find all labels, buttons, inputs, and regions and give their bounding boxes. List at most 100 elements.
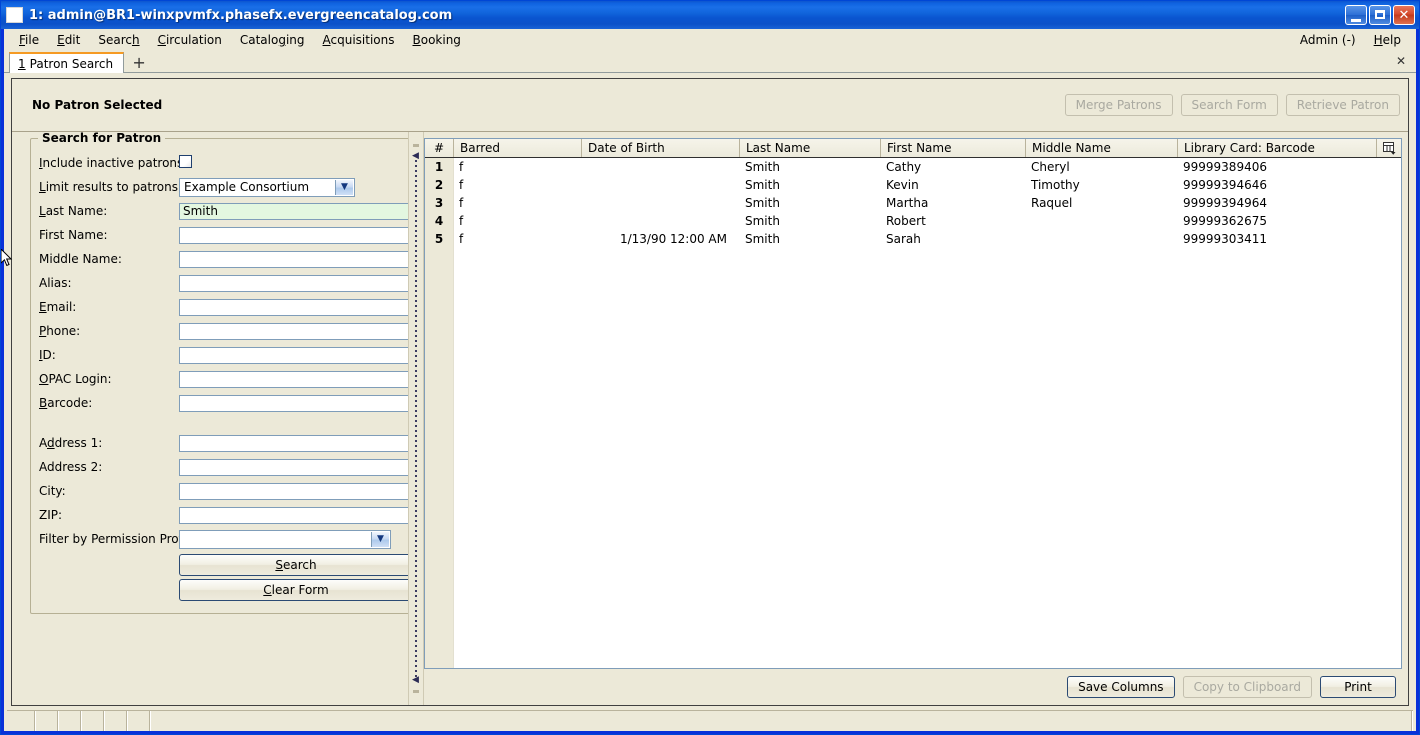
table-row[interactable]: 2 f Smith Kevin Timothy 99999394646 [425, 176, 1401, 194]
permission-profile-select[interactable]: ▼ [179, 529, 391, 549]
close-button[interactable]: ✕ [1393, 5, 1415, 25]
field-phone: Phone: [39, 319, 413, 343]
cell-first-name: Robert [886, 214, 926, 228]
alias-input[interactable] [179, 274, 413, 292]
menu-search[interactable]: Search [89, 31, 148, 49]
results-pane: # Barred Date of Birth Last Name First N… [424, 132, 1408, 705]
column-header-number[interactable]: # [425, 139, 453, 157]
clear-form-button-row: Clear Form [179, 579, 413, 601]
copy-to-clipboard-button[interactable]: Copy to Clipboard [1182, 676, 1312, 698]
groupbox-legend: Search for Patron [38, 132, 166, 145]
cell-number: 5 [434, 232, 444, 246]
field-address1: Address 1: [39, 431, 413, 455]
limit-results-value: Example Consortium [184, 180, 310, 194]
field-barcode: Barcode: [39, 391, 413, 415]
column-header-barred[interactable]: Barred [453, 139, 581, 157]
search-button[interactable]: Search [179, 554, 413, 576]
form-spacer [39, 415, 413, 431]
search-button-row: Search [179, 554, 413, 576]
zip-label: ZIP: [39, 508, 63, 522]
menu-circulation[interactable]: Circulation [149, 31, 231, 49]
menu-acquisitions[interactable]: Acquisitions [314, 31, 404, 49]
results-table-body[interactable]: 1 f Smith Cathy Cheryl 99999389406 2 f S… [425, 158, 1401, 668]
limit-results-select[interactable]: Example Consortium ▼ [179, 177, 355, 197]
cell-number: 4 [434, 214, 444, 228]
include-inactive-label: Include inactive patrons? [39, 156, 190, 170]
column-header-middle-name[interactable]: Middle Name [1025, 139, 1177, 157]
field-opac-login: OPAC Login: [39, 367, 413, 391]
status-cell [105, 711, 128, 731]
tab-label: Patron Search [29, 57, 114, 71]
menu-file[interactable]: File [10, 31, 48, 49]
opac-login-input[interactable] [179, 370, 413, 388]
field-email: Email: [39, 295, 413, 319]
first-name-input[interactable] [179, 226, 413, 244]
cell-last-name: Smith [745, 214, 780, 228]
menu-admin[interactable]: Admin (-) [1291, 31, 1365, 49]
email-input[interactable] [179, 298, 413, 316]
cell-barcode: 99999362675 [1183, 214, 1267, 228]
include-inactive-checkbox[interactable] [179, 155, 192, 168]
phone-label: Phone: [39, 324, 81, 338]
collapse-left-icon-bottom[interactable]: ◀ [411, 676, 420, 685]
menu-right-group: Admin (-) Help [1291, 29, 1410, 50]
menu-cataloging[interactable]: Cataloging [231, 31, 314, 49]
status-cell [59, 711, 82, 731]
application-window: 1: admin@BR1-winxpvmfx.phasefx.evergreen… [0, 0, 1420, 735]
cell-first-name: Martha [886, 196, 929, 210]
tab-number: 1 [18, 57, 26, 71]
middle-name-input[interactable] [179, 250, 413, 268]
column-picker-icon[interactable] [1376, 139, 1401, 157]
tab-patron-search[interactable]: 1 Patron Search [9, 52, 125, 73]
column-header-dob[interactable]: Date of Birth [581, 139, 739, 157]
table-row[interactable]: 3 f Smith Martha Raquel 99999394964 [425, 194, 1401, 212]
menu-booking[interactable]: Booking [404, 31, 470, 49]
field-last-name: Last Name: [39, 199, 413, 223]
minimize-button[interactable] [1345, 5, 1367, 25]
cell-middle-name [1025, 230, 1177, 248]
clear-form-button[interactable]: Clear Form [179, 579, 413, 601]
field-address2: Address 2: [39, 455, 413, 479]
column-header-last-name[interactable]: Last Name [739, 139, 880, 157]
table-row[interactable]: 4 f Smith Robert 99999362675 [425, 212, 1401, 230]
cell-number: 1 [434, 160, 444, 174]
barcode-input[interactable] [179, 394, 413, 412]
cell-number: 3 [434, 196, 444, 210]
menu-help[interactable]: Help [1365, 31, 1410, 49]
zip-input[interactable] [179, 506, 413, 524]
splitter-nub-top [413, 144, 419, 147]
phone-input[interactable] [179, 322, 413, 340]
menu-edit[interactable]: Edit [48, 31, 89, 49]
address1-label: Address 1: [39, 436, 103, 450]
address2-input[interactable] [179, 458, 413, 476]
close-icon: ✕ [1398, 7, 1410, 23]
limit-results-label: Limit results to patrons in [39, 180, 193, 194]
retrieve-patron-button[interactable]: Retrieve Patron [1285, 94, 1400, 116]
splitter-grip[interactable] [415, 160, 417, 677]
search-form-button[interactable]: Search Form [1180, 94, 1278, 116]
cell-middle-name: Raquel [1031, 196, 1073, 210]
print-button[interactable]: Print [1320, 676, 1396, 698]
field-permission-profile: Filter by Permission Profile: ▼ [39, 527, 413, 551]
close-tab-icon[interactable]: ✕ [1396, 54, 1406, 68]
cell-dob [581, 212, 739, 230]
new-tab-button[interactable]: + [128, 52, 150, 72]
column-header-first-name[interactable]: First Name [880, 139, 1025, 157]
save-columns-button[interactable]: Save Columns [1067, 676, 1175, 698]
column-header-barcode[interactable]: Library Card: Barcode [1177, 139, 1367, 157]
pane-splitter[interactable]: ◀ ◀ [408, 132, 424, 705]
last-name-input[interactable] [179, 202, 413, 220]
table-row[interactable]: 5 f 1/13/90 12:00 AM Smith Sarah 9999930… [425, 230, 1401, 248]
id-input[interactable] [179, 346, 413, 364]
maximize-button[interactable] [1369, 5, 1391, 25]
title-bar[interactable]: 1: admin@BR1-winxpvmfx.phasefx.evergreen… [1, 1, 1419, 29]
client-area: File Edit Search Circulation Cataloging … [4, 29, 1416, 731]
merge-patrons-button[interactable]: Merge Patrons [1064, 94, 1173, 116]
alias-label: Alias: [39, 276, 72, 290]
table-row[interactable]: 1 f Smith Cathy Cheryl 99999389406 [425, 158, 1401, 176]
city-input[interactable] [179, 482, 413, 500]
address1-input[interactable] [179, 434, 413, 452]
cell-last-name: Smith [745, 178, 780, 192]
cell-barred: f [459, 214, 464, 228]
work-area: No Patron Selected Merge Patrons Search … [11, 78, 1409, 706]
